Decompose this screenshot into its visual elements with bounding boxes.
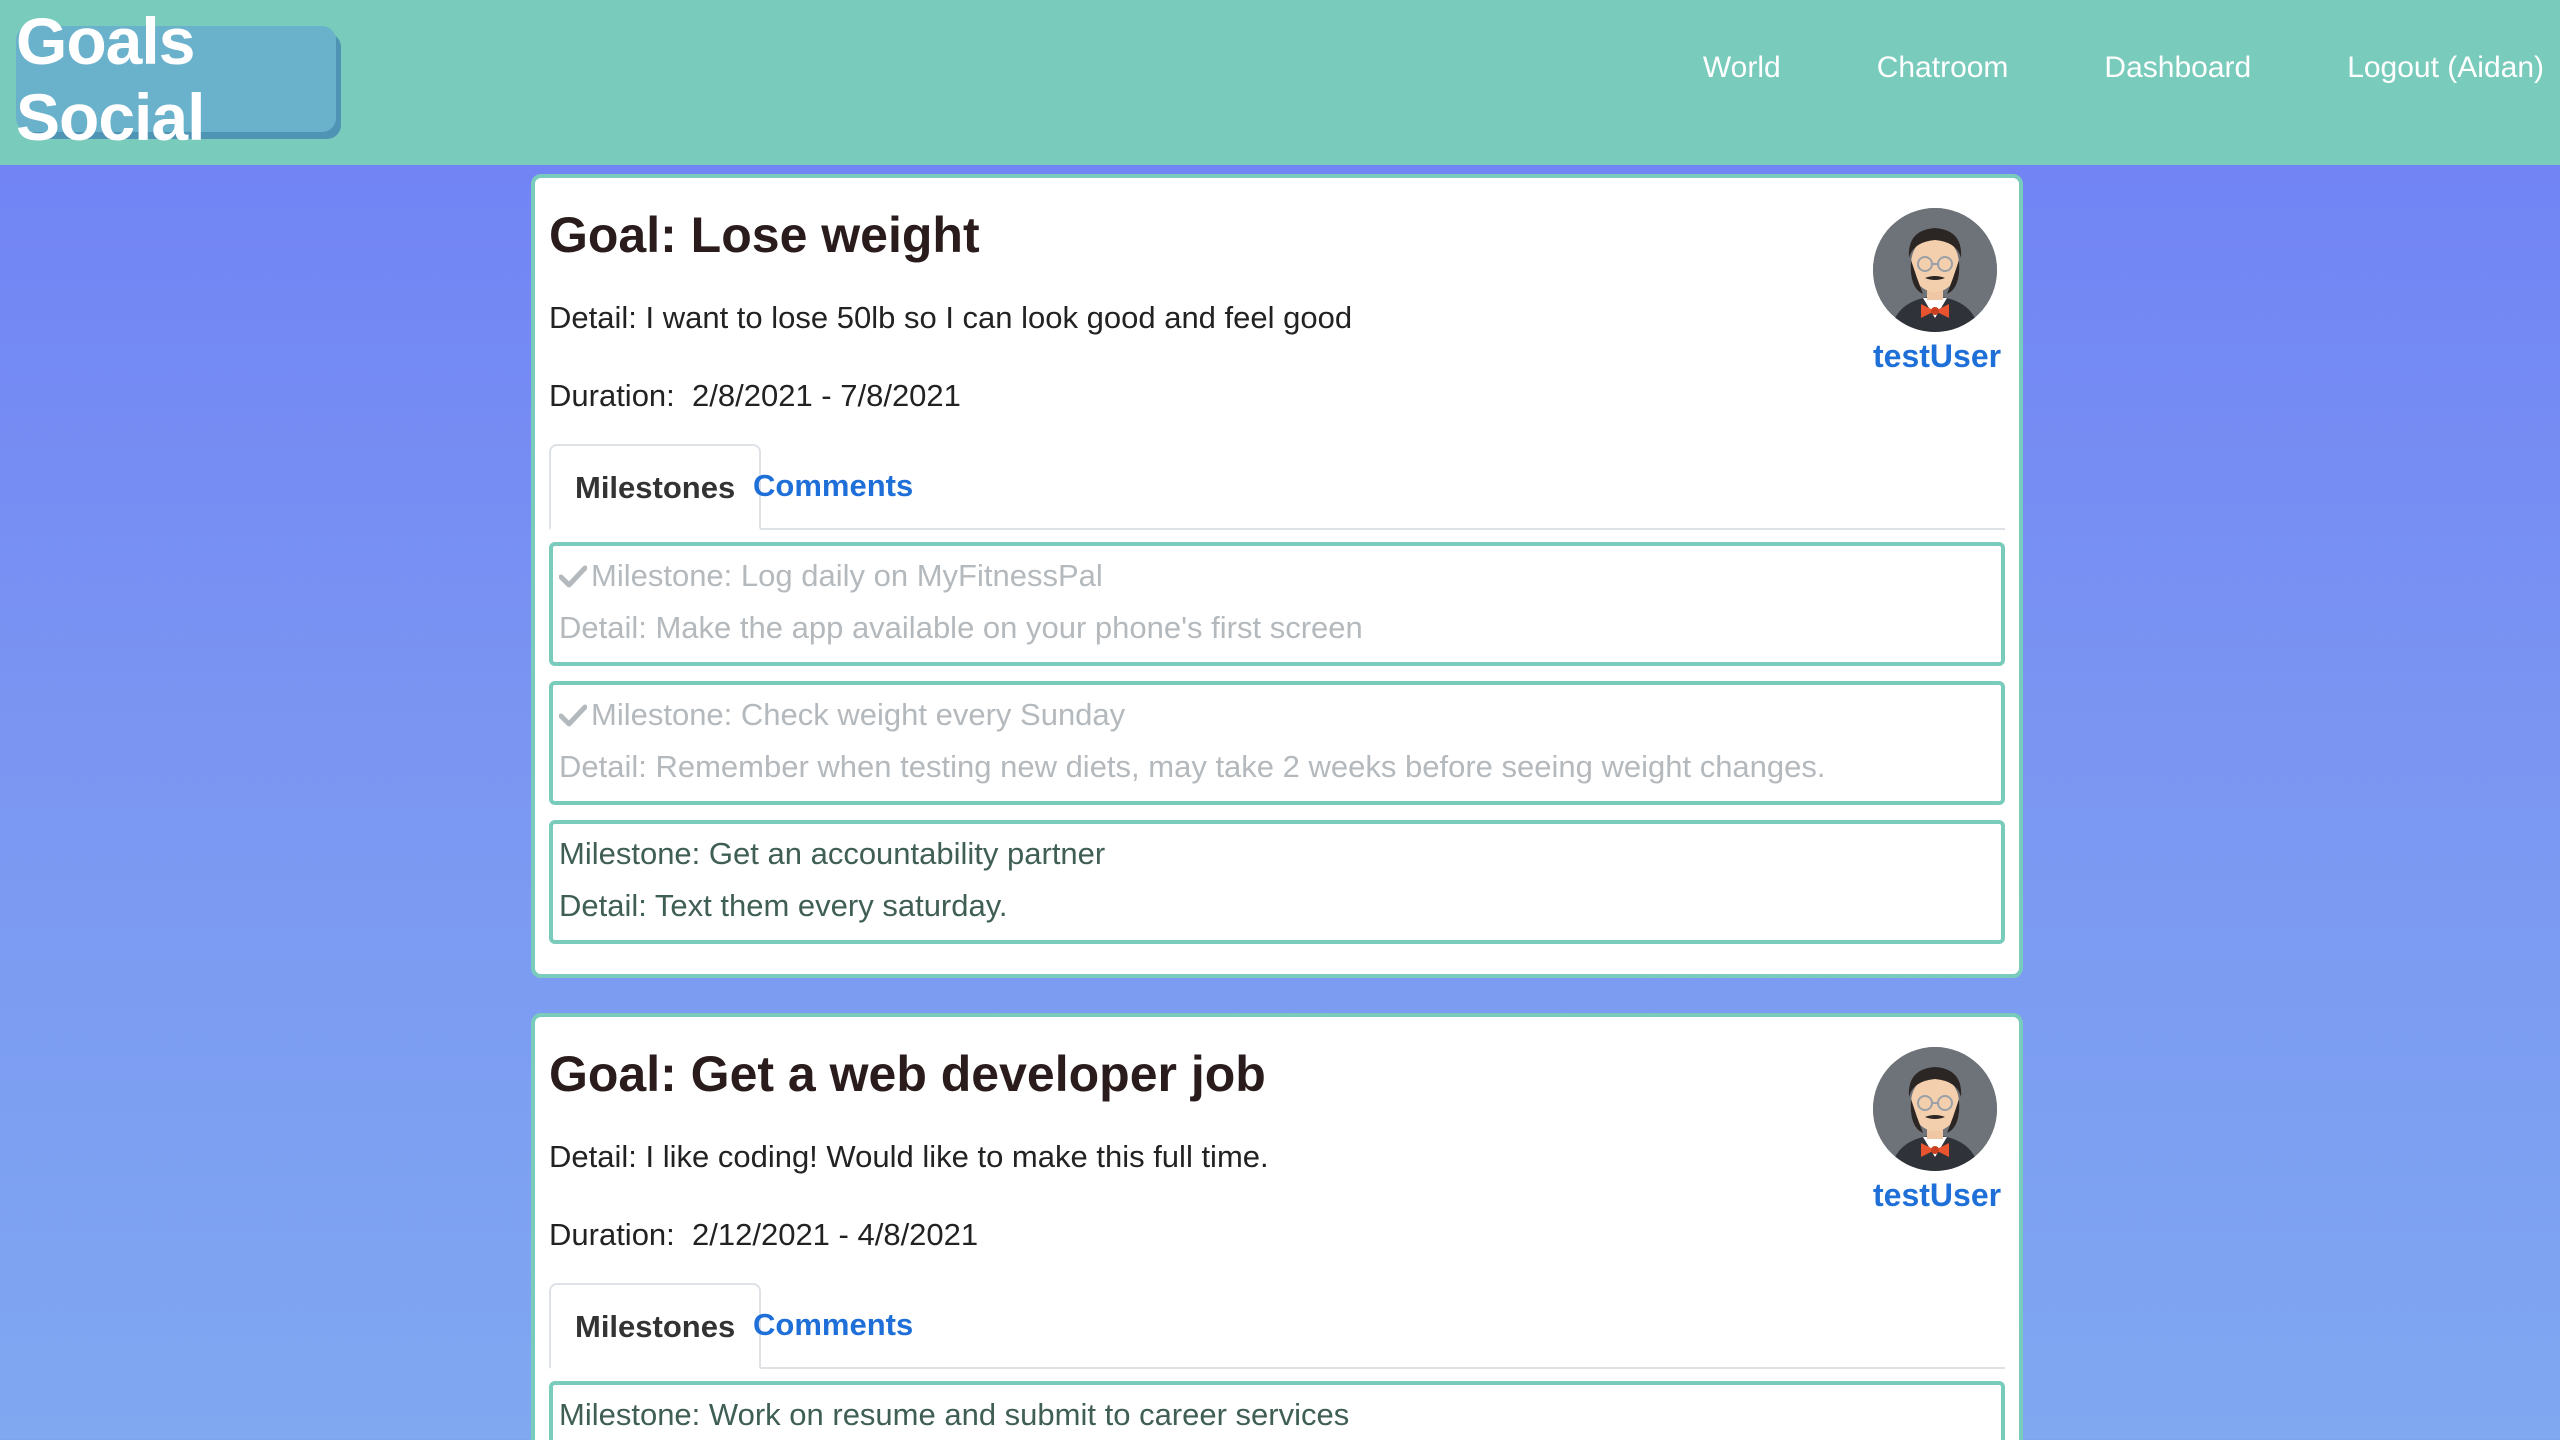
tab-comments[interactable]: Comments	[729, 444, 937, 528]
milestone-item[interactable]: Milestone: Check weight every Sunday Det…	[549, 681, 2005, 805]
milestone-item[interactable]: Milestone: Get an accountability partner…	[549, 820, 2005, 944]
tab-comments[interactable]: Comments	[729, 1283, 937, 1367]
goal-title: Goal: Lose weight	[549, 207, 980, 263]
brand-logo-button[interactable]: Goals Social	[16, 4, 336, 154]
milestone-title: Milestone: Check weight every Sunday	[591, 697, 1126, 732]
goal-detail: Detail: I want to lose 50lb so I can loo…	[549, 300, 1353, 335]
user-avatar-icon	[1873, 1047, 1997, 1171]
goal-card: Goal: Get a web developer job Detail: I …	[531, 1013, 2023, 1440]
user-avatar-icon	[1873, 208, 1997, 332]
navbar: Goals Social World Chatroom Dashboard Lo…	[0, 0, 2560, 165]
milestone-detail: Detail: Remember when testing new diets,…	[559, 749, 1826, 784]
goal-title: Goal: Get a web developer job	[549, 1046, 1266, 1102]
username-link[interactable]: testUser	[1873, 338, 2001, 375]
nav-link-world[interactable]: World	[1703, 44, 1781, 92]
goal-tabs: Milestones Comments	[549, 444, 2005, 530]
avatar[interactable]	[1873, 208, 1997, 332]
username-link[interactable]: testUser	[1873, 1177, 2001, 1214]
milestone-title: Milestone: Work on resume and submit to …	[559, 1397, 1350, 1432]
goal-tabs: Milestones Comments	[549, 1283, 2005, 1369]
milestone-detail: Detail: Text them every saturday.	[559, 888, 1008, 923]
goal-owner: testUser	[1873, 208, 2001, 375]
nav-link-chatroom[interactable]: Chatroom	[1877, 44, 2009, 92]
nav-links: World Chatroom Dashboard Logout (Aidan)	[1607, 44, 2560, 92]
goal-detail: Detail: I like coding! Would like to mak…	[549, 1139, 1269, 1174]
goal-duration: Duration: 2/8/2021 - 7/8/2021	[549, 378, 961, 413]
checkmark-icon	[558, 560, 591, 596]
nav-link-dashboard[interactable]: Dashboard	[2104, 44, 2251, 92]
milestone-item[interactable]: Milestone: Work on resume and submit to …	[549, 1381, 2005, 1440]
milestone-item[interactable]: Milestone: Log daily on MyFitnessPal Det…	[549, 542, 2005, 666]
goal-owner: testUser	[1873, 1047, 2001, 1214]
goal-duration: Duration: 2/12/2021 - 4/8/2021	[549, 1217, 979, 1252]
milestone-title: Milestone: Get an accountability partner	[559, 836, 1106, 871]
checkmark-icon	[558, 699, 591, 735]
goal-card: Goal: Lose weight Detail: I want to lose…	[531, 174, 2023, 978]
nav-link-logout[interactable]: Logout (Aidan)	[2347, 44, 2544, 92]
milestone-detail: Detail: Make the app available on your p…	[559, 610, 1363, 645]
avatar[interactable]	[1873, 1047, 1997, 1171]
milestone-title: Milestone: Log daily on MyFitnessPal	[591, 558, 1103, 593]
